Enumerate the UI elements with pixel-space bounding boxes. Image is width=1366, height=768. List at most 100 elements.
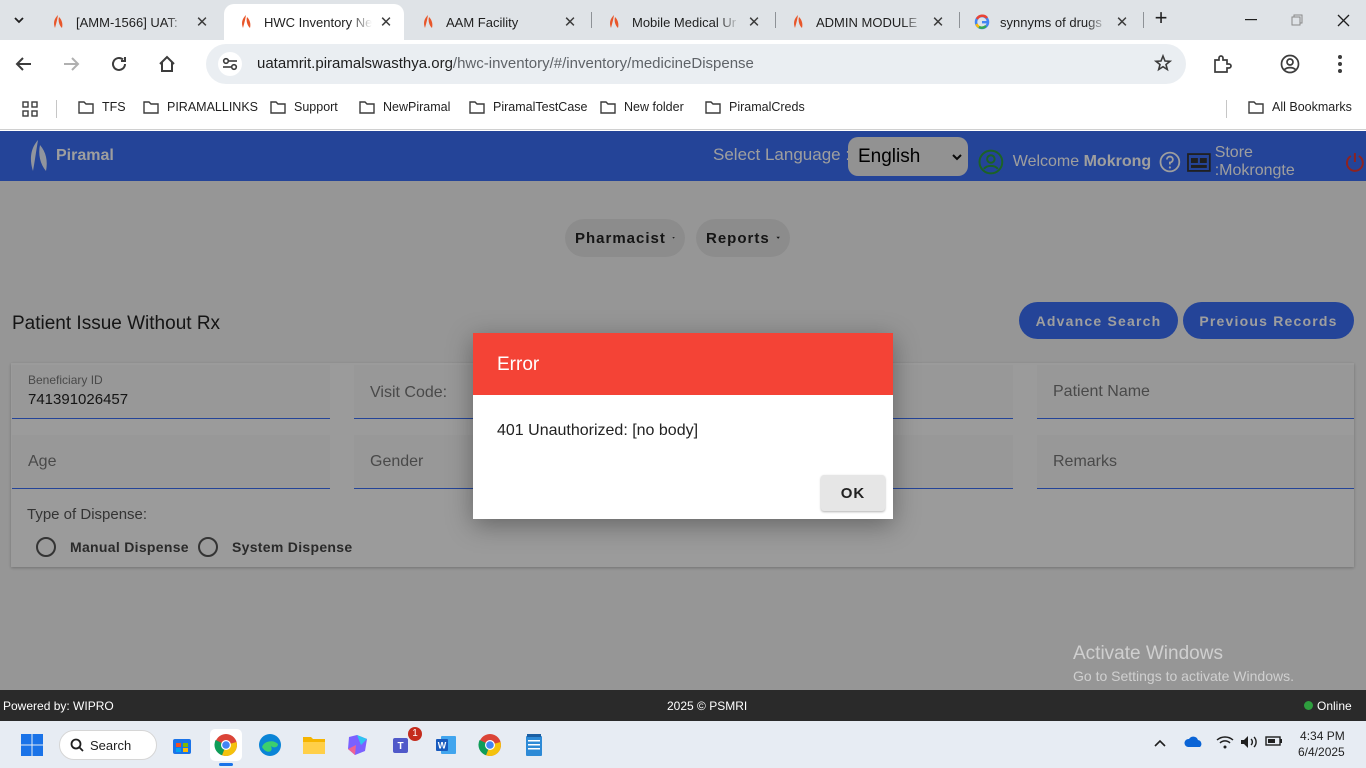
error-dialog: Error 401 Unauthorized: [no body] OK (473, 333, 893, 519)
tab-title: [AMM-1566] UAT: (76, 14, 178, 30)
svg-text:W: W (438, 741, 447, 751)
piramal-logo-icon (790, 14, 806, 30)
folder-icon (705, 101, 721, 114)
address-bar[interactable]: uatamrit.piramalswasthya.org/hwc-invento… (206, 44, 1186, 84)
piramal-logo-icon (420, 14, 436, 30)
close-icon[interactable]: ✕ (1114, 14, 1130, 31)
browser-toolbar: uatamrit.piramalswasthya.org/hwc-invento… (0, 40, 1366, 88)
back-arrow-icon[interactable] (8, 48, 40, 80)
ok-button[interactable]: OK (821, 475, 885, 511)
tab-title: synnyms of drugs (1000, 14, 1102, 30)
tray-chevron-up-icon[interactable] (1154, 735, 1166, 750)
bookmark-label: NewPiramal (383, 100, 451, 114)
close-window-icon[interactable] (1320, 6, 1366, 34)
site-settings-icon[interactable] (218, 52, 242, 76)
tab-title: Mobile Medical Ur (632, 14, 737, 30)
browser-tab[interactable]: synnyms of drugs ✕ (960, 4, 1140, 40)
tab-title: HWC Inventory Ne (264, 14, 372, 30)
browser-tab[interactable]: ADMIN MODULE ✕ (776, 4, 956, 40)
file-explorer-icon[interactable] (298, 729, 330, 761)
dialog-title: Error (473, 333, 893, 395)
restore-icon[interactable] (1274, 6, 1320, 34)
reload-icon[interactable] (103, 48, 135, 80)
url-text[interactable]: uatamrit.piramalswasthya.org/hwc-invento… (257, 55, 754, 72)
close-icon[interactable]: ✕ (746, 14, 762, 31)
bookmark-folder[interactable]: TFS (78, 100, 126, 114)
bookmark-star-icon[interactable] (1153, 53, 1173, 77)
chrome-taskbar-icon[interactable] (210, 729, 242, 761)
folder-icon (469, 101, 485, 114)
edge-icon[interactable] (254, 729, 286, 761)
close-icon[interactable]: ✕ (378, 14, 394, 31)
apps-grid-icon[interactable] (22, 101, 46, 117)
bookmark-label: PiramalCreds (729, 100, 805, 114)
battery-icon[interactable] (1265, 735, 1283, 750)
bookmarks-divider (56, 100, 57, 118)
teams-icon[interactable]: T 1 (386, 727, 422, 761)
active-indicator (219, 763, 233, 766)
piramal-logo-icon (238, 14, 254, 30)
close-icon[interactable]: ✕ (562, 14, 578, 31)
volume-icon[interactable] (1240, 735, 1260, 752)
piramal-logo-icon (50, 14, 66, 30)
close-icon[interactable]: ✕ (930, 14, 946, 31)
folder-icon (600, 101, 616, 114)
tab-search-dropdown-icon[interactable] (6, 7, 32, 33)
new-tab-plus-icon[interactable]: + (1150, 7, 1172, 30)
all-bookmarks[interactable]: All Bookmarks (1248, 100, 1352, 114)
bookmark-folder[interactable]: Support (270, 100, 338, 114)
dialog-message: 401 Unauthorized: [no body] (497, 422, 699, 439)
home-icon[interactable] (151, 48, 183, 80)
google-icon (974, 14, 990, 30)
more-menu-icon[interactable] (1324, 48, 1356, 80)
bookmark-folder[interactable]: New folder (600, 100, 684, 114)
m365-icon[interactable] (342, 729, 374, 761)
search-icon (70, 738, 84, 752)
bookmark-folder[interactable]: PiramalTestCase (469, 100, 587, 114)
windows-start-icon[interactable] (16, 729, 48, 761)
browser-tab[interactable]: Mobile Medical Ur ✕ (592, 4, 772, 40)
powered-by: Powered by: WIPRO (3, 699, 114, 713)
bookmark-folder[interactable]: PIRAMALLINKS (143, 100, 258, 114)
url-domain: uatamrit.piramalswasthya.org (257, 55, 453, 72)
folder-icon (359, 101, 375, 114)
tab-title: AAM Facility (446, 14, 519, 30)
extensions-icon[interactable] (1206, 48, 1238, 80)
browser-tab-bar: [AMM-1566] UAT: ✕ HWC Inventory Ne ✕ AAM… (0, 0, 1366, 40)
clock-time: 4:34 PM (1300, 729, 1345, 743)
chrome-taskbar-icon[interactable] (474, 729, 506, 761)
close-icon[interactable]: ✕ (194, 14, 210, 31)
all-bookmarks-label: All Bookmarks (1272, 100, 1352, 114)
app-footer: Powered by: WIPRO 2025 © PSMRI Online (0, 690, 1366, 721)
bookmark-folder[interactable]: PiramalCreds (705, 100, 805, 114)
browser-tab[interactable]: [AMM-1566] UAT: ✕ (36, 4, 220, 40)
forward-arrow-icon[interactable] (55, 48, 87, 80)
clock-date: 6/4/2025 (1298, 745, 1345, 759)
notepad-icon[interactable] (518, 729, 550, 761)
store-app-icon[interactable] (166, 729, 198, 761)
minimize-icon[interactable] (1228, 6, 1274, 34)
bookmark-label: PIRAMALLINKS (167, 100, 259, 114)
url-path: /hwc-inventory/#/inventory/medicineDispe… (452, 55, 754, 72)
piramal-logo-icon (606, 14, 622, 30)
wifi-icon[interactable] (1216, 735, 1234, 752)
copyright: 2025 © PSMRI (667, 699, 748, 713)
folder-icon (1248, 101, 1264, 114)
folder-icon (143, 101, 159, 114)
bookmark-label: PiramalTestCase (493, 100, 588, 114)
folder-icon (270, 101, 286, 114)
bookmarks-bar: TFS PIRAMALLINKS Support NewPiramal Pira… (0, 88, 1366, 130)
onedrive-icon[interactable] (1184, 736, 1204, 751)
system-clock[interactable]: 4:34 PM 6/4/2025 (1298, 728, 1345, 760)
teams-badge: 1 (408, 727, 422, 741)
browser-tab[interactable]: AAM Facility ✕ (406, 4, 588, 40)
folder-icon (78, 101, 94, 114)
taskbar-search[interactable]: Search (59, 730, 157, 760)
browser-tab-active[interactable]: HWC Inventory Ne ✕ (224, 4, 404, 40)
watermark-line2: Go to Settings to activate Windows. (1073, 668, 1294, 684)
profile-icon[interactable] (1274, 48, 1306, 80)
bookmarks-divider (1226, 100, 1227, 118)
bookmark-folder[interactable]: NewPiramal (359, 100, 450, 114)
word-icon[interactable]: W (430, 729, 462, 761)
bookmark-label: New folder (624, 100, 684, 114)
